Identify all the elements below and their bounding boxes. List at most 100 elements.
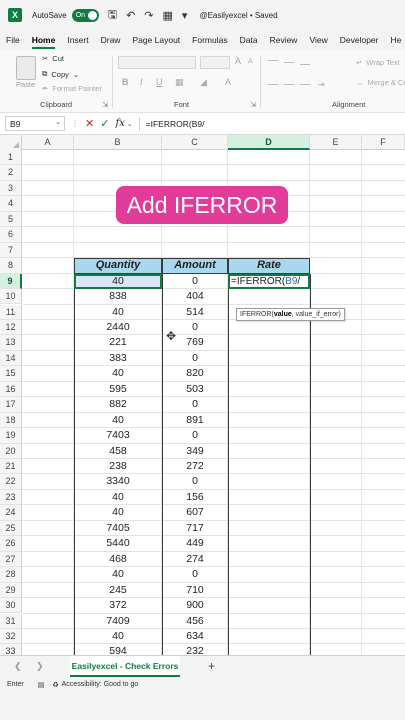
sheet-tab-active[interactable]: Easilyexcel - Check Errors xyxy=(70,656,180,677)
row-header-18[interactable]: 18 xyxy=(0,412,22,429)
quantity-cell[interactable]: 882 xyxy=(74,397,162,412)
redo-icon[interactable]: ↷ xyxy=(144,9,153,22)
sheet-next-icon[interactable]: ❯ xyxy=(36,661,44,672)
row-header-6[interactable]: 6 xyxy=(0,227,22,243)
quantity-cell[interactable]: 7409 xyxy=(74,614,162,629)
amount-cell[interactable]: 274 xyxy=(162,552,228,567)
quantity-cell[interactable]: 2440 xyxy=(74,320,162,335)
amount-cell[interactable]: 272 xyxy=(162,459,228,474)
quantity-cell[interactable]: 383 xyxy=(74,351,162,366)
amount-cell[interactable]: 449 xyxy=(162,536,228,551)
quantity-cell[interactable]: 40 xyxy=(74,274,162,289)
row-header-7[interactable]: 7 xyxy=(0,242,22,259)
font-size-box[interactable] xyxy=(200,56,230,69)
macro-record-icon[interactable]: ▤ xyxy=(38,681,45,689)
font-name-box[interactable] xyxy=(118,56,196,69)
row-header-5[interactable]: 5 xyxy=(0,211,22,228)
column-header-a[interactable]: A xyxy=(22,135,74,150)
tab-view[interactable]: View xyxy=(303,35,333,50)
amount-cell[interactable]: 0 xyxy=(162,351,228,366)
row-header-33[interactable]: 33 xyxy=(0,644,22,655)
row-header-22[interactable]: 22 xyxy=(0,474,22,490)
wrap-text-button[interactable]: ↵ Wrap Text xyxy=(356,58,400,67)
chevron-down-icon[interactable]: ⌄ xyxy=(55,118,61,126)
amount-cell[interactable]: 404 xyxy=(162,289,228,304)
borders-icon[interactable]: ▦ xyxy=(175,77,184,88)
fill-color-icon[interactable]: ◢ xyxy=(200,77,207,88)
amount-cell[interactable]: 156 xyxy=(162,490,228,505)
clipboard-launcher-icon[interactable]: ⇲ xyxy=(102,100,108,109)
quantity-cell[interactable]: 245 xyxy=(74,583,162,598)
row-header-16[interactable]: 16 xyxy=(0,381,22,398)
cancel-icon[interactable]: ✕ xyxy=(85,117,94,130)
amount-cell[interactable]: 634 xyxy=(162,629,228,644)
row-header-28[interactable]: 28 xyxy=(0,567,22,583)
align-bottom-icon[interactable] xyxy=(300,64,310,65)
accessibility-status[interactable]: Accessibility: Good to go xyxy=(62,681,139,688)
formula-input[interactable]: =IFERROR(B9/ xyxy=(146,119,205,129)
row-header-10[interactable]: 10 xyxy=(0,289,22,305)
column-header-c[interactable]: C xyxy=(162,135,228,150)
font-shrink-button[interactable]: A xyxy=(248,58,253,65)
tab-file[interactable]: File xyxy=(0,35,26,50)
align-right-icon[interactable] xyxy=(300,84,310,85)
tab-formulas[interactable]: Formulas xyxy=(186,35,233,50)
row-header-26[interactable]: 26 xyxy=(0,536,22,552)
tab-data[interactable]: Data xyxy=(234,35,264,50)
column-header-f[interactable]: F xyxy=(362,135,405,150)
quantity-cell[interactable]: 40 xyxy=(74,413,162,428)
amount-cell[interactable]: 900 xyxy=(162,598,228,613)
amount-cell[interactable]: 456 xyxy=(162,614,228,629)
quantity-cell[interactable]: 40 xyxy=(74,366,162,381)
amount-cell[interactable]: 710 xyxy=(162,583,228,598)
amount-cell[interactable]: 607 xyxy=(162,505,228,520)
amount-cell[interactable]: 503 xyxy=(162,382,228,397)
font-grow-button[interactable]: A xyxy=(235,56,241,66)
row-header-29[interactable]: 29 xyxy=(0,582,22,599)
row-header-8[interactable]: 8 xyxy=(0,258,22,274)
amount-cell[interactable]: 820 xyxy=(162,366,228,381)
column-header-d[interactable]: D xyxy=(228,135,310,150)
align-middle-icon[interactable] xyxy=(284,62,294,63)
row-header-31[interactable]: 31 xyxy=(0,613,22,629)
spreadsheet-grid[interactable]: A B C D E F 1 2 3 4 5 6 7 8 9 10 11 12 13 14 15 16 17 18 1… xyxy=(0,135,405,655)
amount-cell[interactable]: 349 xyxy=(162,444,228,459)
font-color-icon[interactable]: A xyxy=(225,77,231,87)
tab-insert[interactable]: Insert xyxy=(61,35,94,50)
quantity-cell[interactable]: 221 xyxy=(74,335,162,350)
row-header-17[interactable]: 17 xyxy=(0,397,22,413)
sheet-prev-icon[interactable]: ❮ xyxy=(14,661,22,672)
row-header-15[interactable]: 15 xyxy=(0,366,22,382)
row-header-20[interactable]: 20 xyxy=(0,443,22,459)
column-header-b[interactable]: B xyxy=(74,135,162,150)
quantity-cell[interactable]: 238 xyxy=(74,459,162,474)
quantity-cell[interactable]: 40 xyxy=(74,305,162,320)
tab-page-layout[interactable]: Page Layout xyxy=(126,35,186,50)
quantity-cell[interactable]: 7403 xyxy=(74,428,162,443)
tab-home[interactable]: Home xyxy=(26,35,62,50)
italic-button[interactable]: I xyxy=(140,77,143,87)
font-launcher-icon[interactable]: ⇲ xyxy=(250,100,256,109)
row-header-21[interactable]: 21 xyxy=(0,459,22,475)
amount-cell[interactable]: 0 xyxy=(162,397,228,412)
accessibility-icon[interactable]: ♻ xyxy=(52,681,58,689)
paste-button[interactable]: Paste xyxy=(16,80,35,89)
quantity-cell[interactable]: 7405 xyxy=(74,521,162,536)
quantity-cell[interactable]: 458 xyxy=(74,444,162,459)
quantity-cell[interactable]: 40 xyxy=(74,505,162,520)
column-header-e[interactable]: E xyxy=(310,135,362,150)
quantity-cell[interactable]: 838 xyxy=(74,289,162,304)
grid-icon[interactable]: ▦ xyxy=(163,9,173,22)
tab-help[interactable]: He xyxy=(384,35,405,50)
merge-center-button[interactable]: ↔ Merge & Ce xyxy=(356,78,405,87)
amount-cell[interactable]: 891 xyxy=(162,413,228,428)
quantity-cell[interactable]: 594 xyxy=(74,644,162,655)
amount-cell[interactable]: 717 xyxy=(162,521,228,536)
tab-draw[interactable]: Draw xyxy=(95,35,127,50)
align-center-icon[interactable] xyxy=(284,84,294,85)
align-top-icon[interactable] xyxy=(268,60,278,61)
amount-cell[interactable]: 0 xyxy=(162,428,228,443)
chevron-down-icon[interactable]: ⌄ xyxy=(127,120,133,128)
quantity-cell[interactable]: 40 xyxy=(74,567,162,582)
row-header-19[interactable]: 19 xyxy=(0,428,22,444)
